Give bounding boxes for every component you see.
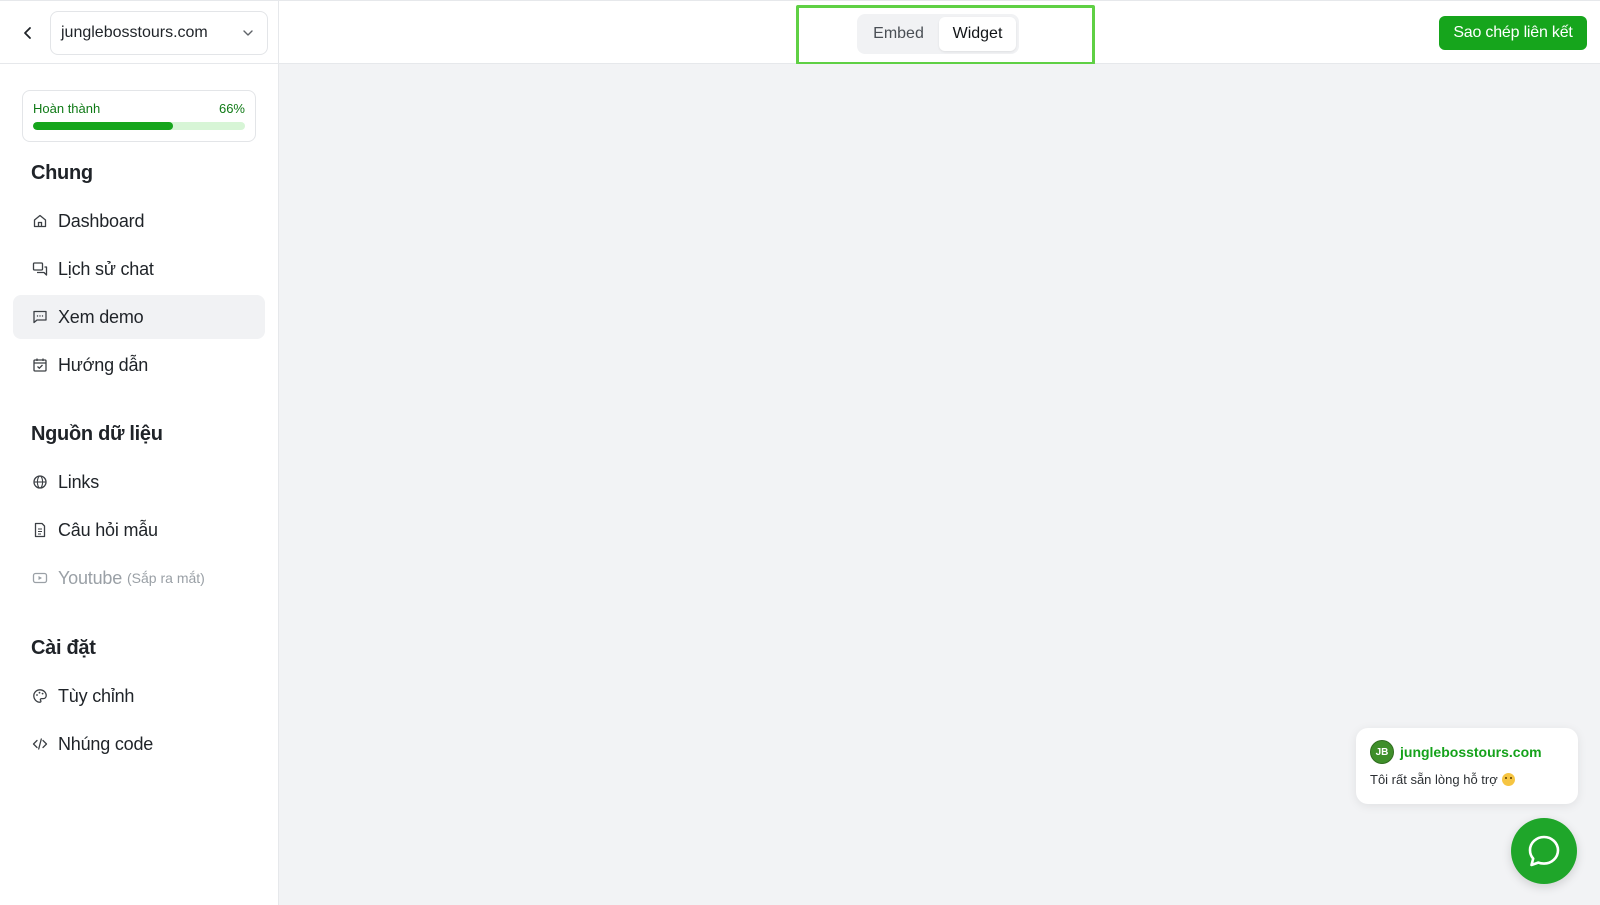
- chat-launcher-button[interactable]: [1511, 818, 1577, 884]
- progress-track: [33, 122, 245, 130]
- sidebar-item-guide[interactable]: Hướng dẫn: [13, 343, 265, 387]
- view-toggle: Embed Widget: [857, 14, 1019, 54]
- sidebar: Hoàn thành 66% Chung Dashboard Lịch sử c…: [0, 64, 279, 905]
- widget-logo: JB: [1370, 740, 1394, 764]
- site-select[interactable]: junglebosstours.com: [50, 11, 268, 55]
- progress-fill: [33, 122, 173, 130]
- progress-label: Hoàn thành: [33, 101, 101, 116]
- chevron-left-icon: [24, 27, 31, 39]
- site-select-value: junglebosstours.com: [61, 24, 208, 41]
- sidebar-item-chat-history[interactable]: Lịch sử chat: [13, 247, 265, 291]
- sidebar-item-embed-code[interactable]: Nhúng code: [13, 722, 265, 766]
- sidebar-item-label: Xem demo: [58, 306, 144, 327]
- top-bar: junglebosstours.com Embed Widget Sao ché…: [0, 0, 1600, 65]
- globe-icon: [31, 473, 49, 491]
- code-icon: [31, 735, 49, 753]
- widget-greeting-text: Tôi rất sẵn lòng hỗ trợ: [1370, 772, 1498, 787]
- top-divider: [278, 1, 279, 65]
- back-button[interactable]: [14, 19, 42, 47]
- widget-site-name: junglebosstours.com: [1400, 744, 1542, 760]
- sidebar-item-label: Links: [58, 471, 100, 492]
- youtube-icon: [31, 569, 49, 587]
- sidebar-item-customize[interactable]: Tùy chỉnh: [13, 674, 265, 718]
- sidebar-item-links[interactable]: Links: [13, 460, 265, 504]
- sidebar-item-sample-questions[interactable]: Câu hỏi mẫu: [13, 508, 265, 552]
- section-title-settings: Cài đặt: [31, 637, 96, 659]
- sidebar-item-label: Nhúng code: [58, 733, 154, 754]
- section-title-data-sources: Nguồn dữ liệu: [31, 423, 163, 445]
- sidebar-item-label: Hướng dẫn: [58, 354, 149, 375]
- copy-link-button[interactable]: Sao chép liên kết: [1439, 16, 1587, 50]
- smile-emoji-icon: [1501, 773, 1515, 786]
- chat-history-icon: [31, 260, 49, 278]
- widget-greeting-bubble[interactable]: JB junglebosstours.com Tôi rất sẵn lòng …: [1356, 728, 1578, 804]
- sidebar-item-label: Youtube: [58, 567, 123, 588]
- document-icon: [31, 521, 49, 539]
- message-square-icon: [31, 308, 49, 326]
- sidebar-item-youtube: Youtube (Sắp ra mắt): [13, 556, 265, 600]
- sidebar-item-label: Tùy chỉnh: [58, 685, 135, 706]
- coming-soon-label: (Sắp ra mắt): [127, 570, 205, 586]
- sidebar-item-label: Câu hỏi mẫu: [58, 519, 158, 540]
- progress-percent: 66%: [218, 101, 245, 116]
- chat-bubble-icon: [1528, 835, 1560, 867]
- tab-widget[interactable]: Widget: [939, 17, 1016, 51]
- section-title-general: Chung: [31, 162, 93, 184]
- calendar-check-icon: [31, 356, 49, 374]
- home-icon: [31, 212, 49, 230]
- chevron-down-icon: [241, 26, 255, 40]
- progress-card: Hoàn thành 66%: [22, 90, 256, 142]
- sidebar-item-label: Dashboard: [58, 210, 145, 231]
- tab-embed[interactable]: Embed: [860, 17, 937, 51]
- palette-icon: [31, 687, 49, 705]
- sidebar-item-dashboard[interactable]: Dashboard: [13, 199, 265, 243]
- sidebar-item-label: Lịch sử chat: [58, 258, 154, 279]
- sidebar-item-demo[interactable]: Xem demo: [13, 295, 265, 339]
